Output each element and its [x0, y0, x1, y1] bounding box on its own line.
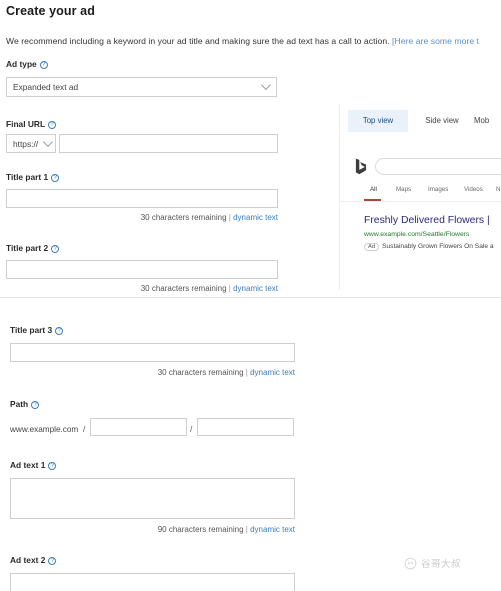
bing-logo-icon: [354, 158, 368, 175]
path-input-1[interactable]: [90, 418, 187, 436]
ad-text-2-label: Ad text 2?: [10, 555, 57, 565]
help-icon[interactable]: ?: [48, 121, 57, 129]
ad-type-label: Ad type?: [6, 59, 48, 69]
preview-tab-bar: Top view Side view Mob: [340, 110, 501, 132]
title-part-2-label: Title part 2?: [6, 243, 60, 253]
chevron-down-icon: [260, 80, 271, 91]
ad-text-1-counter: 90 characters remaining | dynamic text: [157, 525, 295, 534]
watermark: 谷哥大叔: [404, 556, 461, 570]
ad-type-value: Expanded text ad: [13, 82, 79, 92]
watermark-text: 谷哥大叔: [421, 559, 462, 570]
dynamic-text-link[interactable]: dynamic text: [250, 368, 295, 377]
preview-ad-url: www.example.com/Seattle/Flowers: [364, 231, 470, 238]
watermark-logo-icon: [404, 557, 417, 570]
ad-type-select[interactable]: Expanded text ad: [6, 77, 277, 97]
search-tab-news[interactable]: N: [496, 186, 500, 193]
title-part-3-label: Title part 3?: [10, 325, 64, 335]
intro-copy: We recommend including a keyword in your…: [6, 36, 393, 46]
preview-horizontal-rule: [340, 201, 501, 202]
dynamic-text-link[interactable]: dynamic text: [233, 284, 278, 293]
search-tab-maps[interactable]: Maps: [396, 186, 411, 193]
final-url-input[interactable]: [59, 134, 278, 153]
guidelines-link[interactable]: [Here are some more t: [392, 36, 479, 46]
page-title: Create your ad: [6, 4, 95, 18]
final-url-label: Final URL?: [6, 119, 57, 129]
search-tab-images[interactable]: Images: [428, 186, 448, 193]
path-input-2[interactable]: [197, 418, 294, 436]
path-domain: www.example.com: [10, 425, 79, 434]
title-part-3-counter: 30 characters remaining | dynamic text: [157, 368, 295, 377]
title-part-1-input[interactable]: [6, 189, 278, 208]
dynamic-text-link[interactable]: dynamic text: [233, 213, 278, 222]
path-slash-1: /: [83, 424, 86, 434]
preview-search-input[interactable]: [375, 158, 501, 175]
preview-search-tab-bar: All Maps Images Videos N: [364, 186, 501, 200]
intro-text: We recommend including a keyword in your…: [6, 36, 501, 46]
help-icon[interactable]: ?: [48, 557, 57, 565]
title-part-1-label: Title part 1?: [6, 172, 60, 182]
help-icon[interactable]: ?: [51, 174, 60, 182]
preview-ad-description: Sustainably Grown Flowers On Sale a: [382, 243, 494, 250]
final-url-protocol-select[interactable]: https://: [6, 134, 56, 153]
create-ad-page: Create your ad We recommend including a …: [0, 0, 501, 591]
help-icon[interactable]: ?: [51, 245, 60, 253]
title-part-1-counter: 30 characters remaining | dynamic text: [140, 213, 278, 222]
chevron-down-icon: [42, 136, 53, 147]
help-icon[interactable]: ?: [31, 401, 40, 409]
ad-text-1-label: Ad text 1?: [10, 460, 57, 470]
protocol-value: https://: [13, 139, 39, 149]
section-divider: [0, 297, 501, 298]
ad-badge: Ad: [364, 243, 380, 251]
preview-ad-title[interactable]: Freshly Delivered Flowers |: [364, 215, 490, 226]
ad-preview-panel: Top view Side view Mob All Maps Images V…: [339, 104, 501, 290]
help-icon[interactable]: ?: [55, 327, 64, 335]
title-part-2-counter: 30 characters remaining | dynamic text: [140, 284, 278, 293]
preview-tab-side-view[interactable]: Side view: [412, 110, 472, 132]
ad-text-1-input[interactable]: [10, 478, 295, 519]
preview-ad-description-row: Ad Sustainably Grown Flowers On Sale a: [364, 243, 494, 251]
path-label: Path?: [10, 399, 40, 409]
path-slash-2: /: [190, 424, 193, 434]
preview-tab-mobile-view[interactable]: Mob: [474, 110, 501, 132]
help-icon[interactable]: ?: [39, 61, 48, 69]
title-part-2-input[interactable]: [6, 260, 278, 279]
help-icon[interactable]: ?: [48, 462, 57, 470]
preview-tab-top-view[interactable]: Top view: [348, 110, 408, 132]
search-tab-videos[interactable]: Videos: [464, 186, 483, 193]
title-part-3-input[interactable]: [10, 343, 295, 362]
search-tab-all[interactable]: All: [370, 186, 377, 193]
ad-text-2-input[interactable]: [10, 573, 295, 591]
dynamic-text-link[interactable]: dynamic text: [250, 525, 295, 534]
